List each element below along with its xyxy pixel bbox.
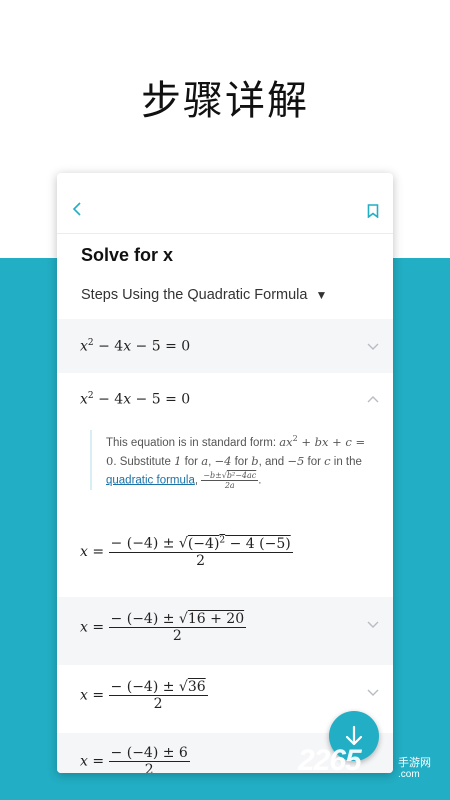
step-equation-4: x = − (−4) ± √16 + 20 2 bbox=[80, 611, 247, 644]
watermark-brand: 2265 bbox=[298, 744, 362, 777]
method-dropdown[interactable]: Steps Using the Quadratic Formula ▼ bbox=[81, 287, 327, 303]
step-equation-1: x2 − 4x − 5 = 0 bbox=[80, 338, 191, 355]
chevron-down-icon[interactable] bbox=[367, 689, 379, 697]
step-equation-6: x = − (−4) ± 6 2 bbox=[80, 745, 190, 773]
bookmark-icon[interactable] bbox=[367, 204, 379, 218]
step-row-3[interactable]: x = − (−4) ± √(−4)2 − 4 (−5) 2 bbox=[57, 525, 393, 597]
step-equation-5: x = − (−4) ± √36 2 bbox=[80, 679, 208, 712]
explanation-text-1: This equation is in standard form: bbox=[106, 436, 280, 449]
caret-down-icon: ▼ bbox=[315, 288, 328, 302]
promo-title: 步骤详解 bbox=[141, 78, 309, 124]
watermark-sub: 手游网 bbox=[398, 757, 431, 769]
quadratic-formula-link[interactable]: quadratic formula bbox=[106, 474, 195, 486]
solution-card: Solve for x Steps Using the Quadratic Fo… bbox=[57, 173, 393, 773]
card-top-bar bbox=[57, 173, 393, 234]
chevron-up-icon[interactable] bbox=[367, 395, 379, 403]
solve-heading: Solve for x bbox=[81, 245, 174, 265]
step-row-2[interactable]: x2 − 4x − 5 = 0 bbox=[57, 373, 393, 427]
step-equation-2: x2 − 4x − 5 = 0 bbox=[80, 391, 191, 408]
quadratic-formula-fraction: −b±√b²−4ac 2a bbox=[201, 470, 259, 490]
step-explanation: This equation is in standard form: ax2 +… bbox=[90, 430, 376, 490]
watermark-domain: .com bbox=[398, 769, 420, 780]
chevron-down-icon[interactable] bbox=[367, 621, 379, 629]
method-label: Steps Using the Quadratic Formula bbox=[81, 287, 308, 303]
step-equation-3: x = − (−4) ± √(−4)2 − 4 (−5) 2 bbox=[80, 535, 293, 569]
step-row-1[interactable]: x2 − 4x − 5 = 0 bbox=[57, 319, 393, 373]
chevron-down-icon[interactable] bbox=[367, 343, 379, 351]
step-row-4[interactable]: x = − (−4) ± √16 + 20 2 bbox=[57, 597, 393, 665]
chevron-left-icon[interactable] bbox=[69, 201, 85, 217]
